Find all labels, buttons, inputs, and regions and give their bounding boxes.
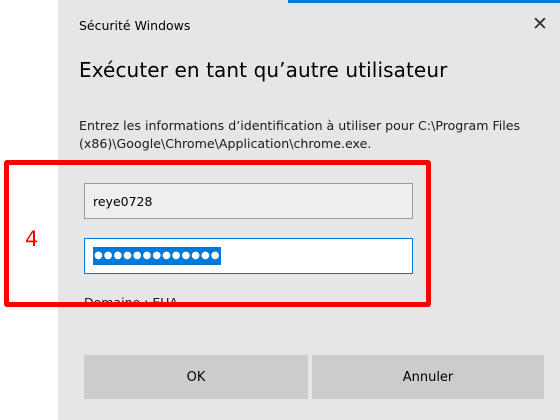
annotation-step-number: 4 bbox=[25, 227, 39, 251]
close-icon[interactable]: ✕ bbox=[530, 14, 550, 34]
window-accent-bar bbox=[288, 0, 560, 3]
domain-label: Domaine : EUA bbox=[84, 295, 178, 305]
ok-button[interactable]: OK bbox=[84, 355, 308, 399]
username-field[interactable] bbox=[84, 183, 413, 219]
password-mask-selection: ●●●●●●●●●●●●● bbox=[93, 247, 222, 265]
password-field[interactable]: ●●●●●●●●●●●●● bbox=[84, 238, 413, 274]
cancel-button[interactable]: Annuler bbox=[312, 355, 544, 399]
credentials-dialog: Sécurité Windows ✕ Exécuter en tant qu’a… bbox=[58, 0, 560, 420]
dialog-heading: Exécuter en tant qu’autre utilisateur bbox=[79, 58, 448, 82]
dialog-description: Entrez les informations d’identification… bbox=[79, 118, 521, 151]
screenshot-page: Sécurité Windows ✕ Exécuter en tant qu’a… bbox=[0, 0, 560, 420]
window-title: Sécurité Windows bbox=[79, 18, 191, 33]
